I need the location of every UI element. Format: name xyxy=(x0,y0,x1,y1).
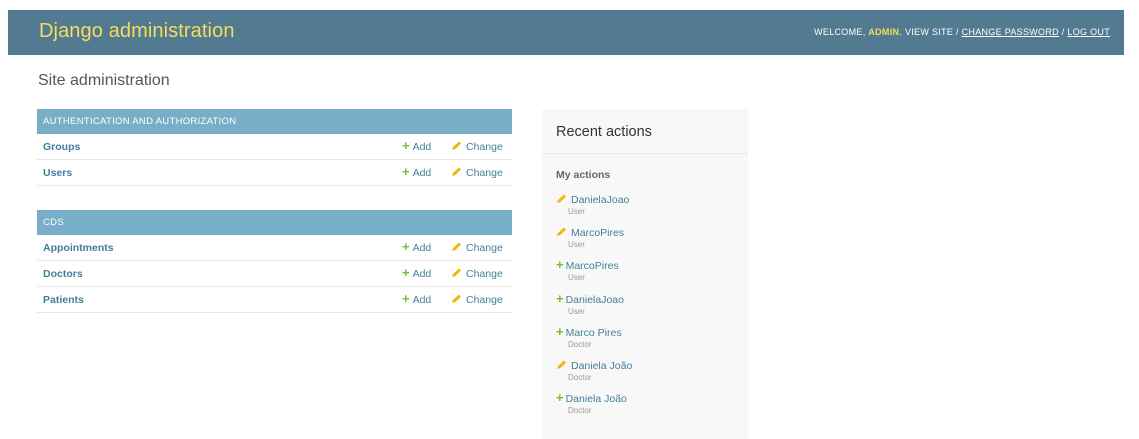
recent-action-link[interactable]: MarcoPires xyxy=(556,227,746,239)
model-link[interactable]: Groups xyxy=(43,141,80,153)
plus-icon: + xyxy=(402,164,410,179)
add-link[interactable]: + Add xyxy=(402,291,431,306)
pencil-icon xyxy=(452,167,461,176)
model-link[interactable]: Patients xyxy=(43,294,84,306)
page-title: Site administration xyxy=(38,72,170,89)
recent-action-name: DanielaJoao xyxy=(571,194,630,206)
change-link[interactable]: Change xyxy=(451,294,503,306)
add-link[interactable]: + Add xyxy=(402,164,431,179)
module-caption[interactable]: AUTHENTICATION AND AUTHORIZATION xyxy=(37,109,512,134)
user-tools: WELCOME, ADMIN. VIEW SITE / CHANGE PASSW… xyxy=(814,27,1110,37)
recent-actions-title: Recent actions xyxy=(556,124,652,140)
add-link[interactable]: + Add xyxy=(402,138,431,153)
recent-action-name: DanielaJoao xyxy=(565,293,624,306)
recent-action-item: + DanielaJoao User xyxy=(556,290,746,316)
pencil-icon xyxy=(557,360,566,369)
plus-icon: + xyxy=(402,239,410,254)
recent-actions-panel: Recent actions My actions DanielaJoao Use… xyxy=(542,109,748,439)
module-cds: CDS Appointments + Add Change Doctors + Ad… xyxy=(37,210,512,313)
model-link[interactable]: Doctors xyxy=(43,268,83,280)
model-row-groups: Groups + Add Change xyxy=(37,134,512,160)
plus-icon: + xyxy=(556,257,564,273)
plus-icon: + xyxy=(402,138,410,153)
recent-action-type: Doctor xyxy=(568,373,592,382)
module-caption[interactable]: CDS xyxy=(37,210,512,235)
site-branding[interactable]: Django administration xyxy=(39,20,235,43)
recent-action-name: MarcoPires xyxy=(571,227,625,240)
recent-action-link[interactable]: Daniela João xyxy=(556,360,746,372)
change-password-link[interactable]: CHANGE PASSWORD xyxy=(962,27,1059,37)
recent-action-link[interactable]: + Marco Pires xyxy=(556,323,746,339)
recent-action-item: MarcoPires User xyxy=(556,227,746,249)
recent-action-name: Daniela João xyxy=(571,360,633,372)
model-row-appointments: Appointments + Add Change xyxy=(37,235,512,261)
recent-action-item: + MarcoPires User xyxy=(556,257,746,283)
recent-action-name: Marco Pires xyxy=(565,326,622,339)
view-site-link[interactable]: VIEW SITE xyxy=(905,27,953,37)
pencil-icon xyxy=(452,141,461,150)
username: ADMIN xyxy=(868,27,900,37)
separator: / xyxy=(1061,27,1065,37)
change-link[interactable]: Change xyxy=(451,242,503,254)
pencil-icon xyxy=(452,268,461,277)
recent-action-link[interactable]: + DanielaJoao xyxy=(556,290,746,306)
change-link[interactable]: Change xyxy=(451,268,503,280)
change-link[interactable]: Change xyxy=(451,141,503,153)
recent-action-type: Doctor xyxy=(568,339,592,349)
recent-action-type: User xyxy=(568,207,585,216)
recent-action-item: Daniela João Doctor xyxy=(556,360,746,382)
my-actions-heading: My actions xyxy=(556,169,611,181)
module-auth: AUTHENTICATION AND AUTHORIZATION Groups … xyxy=(37,109,512,186)
divider xyxy=(542,153,748,154)
recent-action-item: + Marco Pires Doctor xyxy=(556,323,746,349)
pencil-icon xyxy=(452,294,461,303)
plus-icon: + xyxy=(556,290,564,306)
recent-action-name: MarcoPires xyxy=(565,260,619,273)
pencil-icon xyxy=(557,194,566,203)
log-out-link[interactable]: LOG OUT xyxy=(1067,27,1110,37)
recent-action-link[interactable]: + MarcoPires xyxy=(556,257,746,273)
recent-action-type: User xyxy=(568,240,585,250)
recent-action-type: User xyxy=(568,273,585,283)
separator: / xyxy=(955,27,959,37)
model-row-patients: Patients + Add Change xyxy=(37,287,512,313)
plus-icon: + xyxy=(556,390,564,406)
model-link[interactable]: Users xyxy=(43,167,72,179)
pencil-icon xyxy=(557,227,566,237)
plus-icon: + xyxy=(556,323,564,339)
add-link[interactable]: + Add xyxy=(402,265,431,280)
model-row-doctors: Doctors + Add Change xyxy=(37,261,512,287)
recent-action-type: User xyxy=(568,306,585,316)
pencil-icon xyxy=(452,242,461,251)
recent-action-link[interactable]: + Daniela João xyxy=(556,390,746,406)
recent-action-link[interactable]: DanielaJoao xyxy=(556,194,746,206)
header: Django administration WELCOME, ADMIN. VI… xyxy=(8,10,1124,55)
welcome-text: WELCOME, xyxy=(814,27,866,37)
model-link[interactable]: Appointments xyxy=(43,242,114,254)
plus-icon: + xyxy=(402,291,410,306)
recent-action-type: Doctor xyxy=(568,406,592,416)
add-link[interactable]: + Add xyxy=(402,239,431,254)
recent-action-name: Daniela João xyxy=(565,393,627,406)
recent-action-item: + Daniela João Doctor xyxy=(556,390,746,416)
plus-icon: + xyxy=(402,265,410,280)
change-link[interactable]: Change xyxy=(451,167,503,179)
recent-action-item: DanielaJoao User xyxy=(556,194,746,216)
model-row-users: Users + Add Change xyxy=(37,160,512,186)
